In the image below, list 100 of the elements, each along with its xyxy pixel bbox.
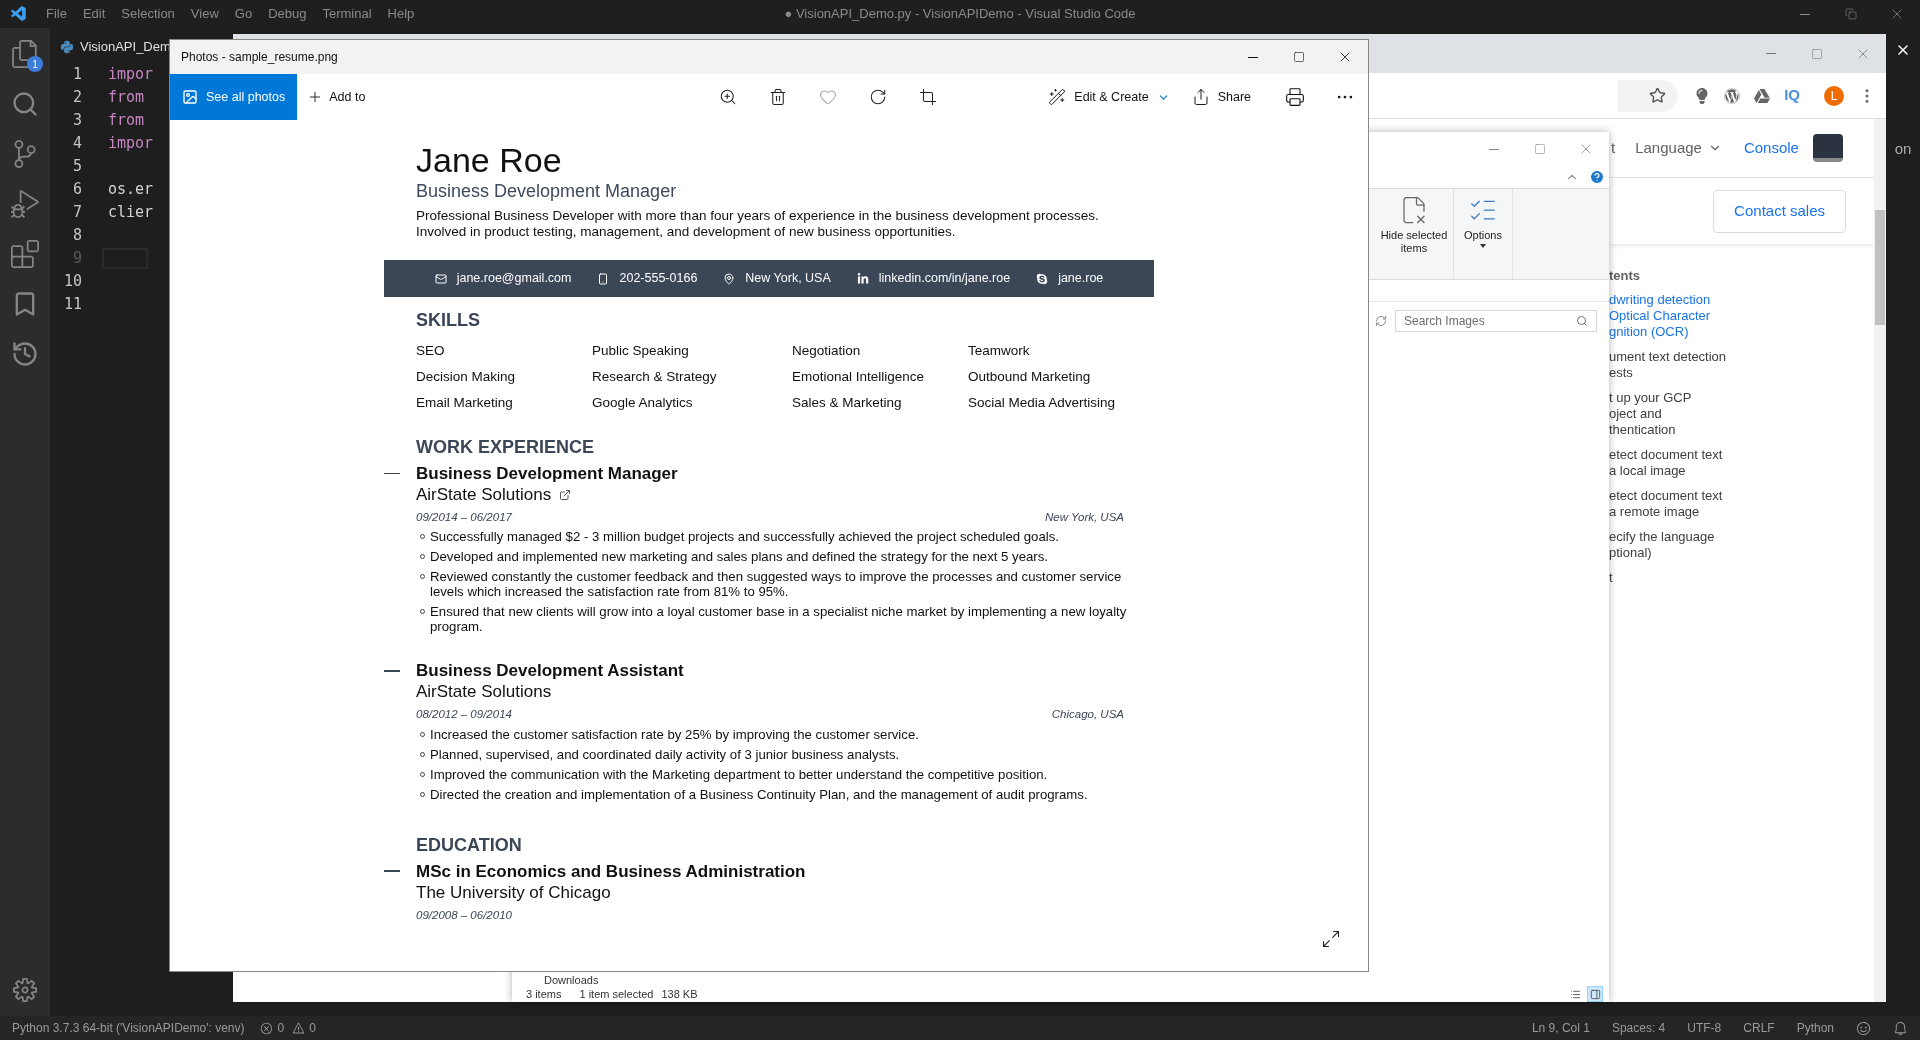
zoom-in-icon[interactable]: [719, 88, 738, 106]
line-number: 1: [71, 64, 82, 86]
line-number: 4: [71, 133, 82, 155]
ribbon-button[interactable]: Hide selected items: [1377, 195, 1451, 255]
line-number: 11: [62, 294, 82, 316]
edit-create-button[interactable]: Edit & Create: [1048, 87, 1170, 107]
add-to-button[interactable]: Add to: [307, 87, 366, 107]
debug-icon[interactable]: [11, 190, 39, 218]
status-item[interactable]: UTF-8: [1687, 1019, 1722, 1037]
bullet-text: Successfully managed $2 - 3 million budget projects and successfully achieved the project scheduled goals.: [430, 529, 1059, 545]
bullet-text: Reviewed constantly the customer feedback and then suggested ways to improve the processes and customer service levels which increased the satisfaction rate from 81% to 95%.: [430, 569, 1123, 600]
entry-organization: AirState Solutions: [416, 484, 552, 505]
menu-item[interactable]: View: [182, 4, 227, 24]
scrollbar-thumb[interactable]: [1875, 210, 1885, 325]
feedback-icon[interactable]: [1856, 1020, 1871, 1036]
contents-item[interactable]: ecify the language ptional): [1609, 528, 1874, 561]
ribbon-button[interactable]: Options: [1456, 195, 1510, 248]
editor-tab[interactable]: VisionAPI_Dem: [60, 37, 171, 57]
nav-link[interactable]: t: [1611, 136, 1616, 160]
contents-link[interactable]: dwriting detection Optical Character gnition (OCR): [1609, 291, 1874, 340]
status-item[interactable]: Spaces: 4: [1611, 1019, 1666, 1037]
skill-item: Decision Making: [416, 368, 517, 386]
status-text: 3 items: [526, 986, 562, 1002]
menu-item[interactable]: Help: [379, 4, 423, 24]
code-text: os.er: [108, 179, 154, 201]
entry-title: Business Development Assistant: [416, 660, 684, 682]
preview-view-icon: [1589, 988, 1601, 1000]
menu-item[interactable]: Debug: [260, 4, 315, 24]
menu-item[interactable]: File: [38, 4, 75, 24]
contents-item[interactable]: etect document text a remote image: [1609, 487, 1874, 520]
app-logo-icon: [10, 5, 28, 23]
line-number: 9: [71, 248, 82, 270]
status-item[interactable]: CRLF: [1743, 1019, 1775, 1037]
timeline-icon[interactable]: [11, 340, 39, 368]
line-number: 2: [71, 87, 82, 109]
menu-item[interactable]: Terminal: [314, 4, 380, 24]
skill-item: Email Marketing: [416, 394, 514, 412]
code-text: impor: [108, 64, 154, 86]
menu-item[interactable]: Edit: [74, 4, 114, 24]
contents-item[interactable]: ument text detection ests: [1609, 348, 1874, 381]
print-icon[interactable]: [1285, 87, 1305, 107]
entry-organization: The University of Chicago: [416, 881, 611, 903]
dropdown-caret-icon: [1480, 244, 1486, 248]
entry-dash: [384, 670, 400, 672]
profile-avatar[interactable]: L: [1824, 85, 1844, 106]
bullet-text: Increased the customer satisfaction rate by 25% by improving the customer service.: [430, 726, 919, 742]
mail-icon: [434, 272, 447, 285]
status-text: 138 KB: [661, 986, 698, 1002]
location-pin-icon: [723, 272, 736, 285]
magic-wand-icon: [1048, 88, 1067, 106]
skill-item: Outbound Marketing: [968, 368, 1092, 386]
line-number: 10: [62, 271, 82, 293]
entry-location: New York, USA: [1044, 510, 1124, 525]
extensions-icon[interactable]: [11, 240, 39, 268]
linkedin-icon: [856, 272, 869, 285]
skype-icon: [1036, 272, 1049, 285]
crop-icon[interactable]: [919, 88, 938, 106]
view-toggle[interactable]: [1587, 986, 1603, 1002]
menu-item[interactable]: Selection: [113, 4, 183, 24]
skill-item: Public Speaking: [592, 342, 690, 360]
contents-item[interactable]: t up your GCP oject and thentication: [1609, 389, 1874, 438]
problems-indicator[interactable]: 0 0: [260, 1019, 316, 1037]
notification-icon[interactable]: [1893, 1020, 1908, 1036]
menu-item[interactable]: Go: [226, 4, 261, 24]
contents-item[interactable]: etect document text a local image: [1609, 446, 1874, 479]
language-menu[interactable]: Language: [1635, 136, 1722, 160]
minimize-icon: [1248, 56, 1258, 58]
python-interpreter[interactable]: Python 3.7.3 64-bit ('VisionAPIDemo': venv): [12, 1019, 245, 1037]
skill-item: Sales & Marketing: [792, 394, 903, 412]
search-icon[interactable]: [11, 90, 39, 118]
console-link[interactable]: Console: [1743, 136, 1799, 160]
delete-icon[interactable]: [769, 88, 788, 106]
status-item[interactable]: Python: [1796, 1019, 1834, 1037]
extension-icon[interactable]: [1754, 87, 1771, 104]
line-number: 5: [71, 156, 82, 178]
status-item[interactable]: Ln 9, Col 1: [1531, 1019, 1590, 1037]
share-button[interactable]: Share: [1191, 87, 1251, 107]
extension-icon[interactable]: [1724, 87, 1741, 104]
contents-item[interactable]: t: [1609, 569, 1874, 586]
line-number: 7: [71, 202, 82, 224]
skill-item: Social Media Advertising: [968, 394, 1117, 412]
refresh-icon[interactable]: [1375, 315, 1387, 327]
extension-badge[interactable]: IQ: [1784, 84, 1800, 107]
files-icon[interactable]: [11, 40, 39, 68]
settings-icon[interactable]: [13, 978, 37, 1002]
external-link-icon[interactable]: [559, 488, 572, 501]
full-screen-icon[interactable]: [1321, 929, 1341, 949]
rotate-icon[interactable]: [869, 88, 888, 106]
section-heading: SKILLS: [415, 309, 481, 332]
contact-sales-button[interactable]: Contact sales: [1713, 189, 1846, 233]
search-field[interactable]: Search Images: [1395, 310, 1597, 332]
heart-icon[interactable]: [819, 88, 838, 106]
nav-item[interactable]: Downloads: [544, 974, 1609, 986]
bullet-text: Directed the creation and implementation of a Business Continuity Plan, and the management of audit programs.: [430, 786, 1088, 802]
minimize-icon: [1800, 13, 1810, 15]
see-all-photos-button[interactable]: See all photos: [170, 74, 298, 120]
window-title: ● VisionAPI_Demo.py - VisionAPIDemo - Visual Studio Code: [784, 5, 1136, 24]
bookmark-star-icon[interactable]: [1649, 87, 1667, 104]
phone-icon: [597, 272, 610, 285]
help-icon[interactable]: [1589, 169, 1605, 185]
